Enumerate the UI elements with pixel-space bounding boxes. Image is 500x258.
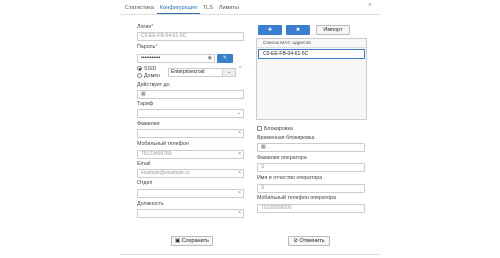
- tab-limits[interactable]: Лимиты: [216, 2, 242, 14]
- email-label: Email: [137, 161, 151, 167]
- login-label: Логин*: [137, 24, 154, 30]
- operator-name-label: Имя и отчество оператора: [257, 175, 323, 181]
- cancel-button[interactable]: ⊘ Отменить: [288, 236, 330, 246]
- tab-statistics[interactable]: Статистика: [122, 2, 157, 14]
- tab-bar: Статистика Конфигурация TLS Лимиты: [122, 2, 242, 14]
- domain-required-mark: *: [239, 66, 242, 72]
- lock-checkbox[interactable]: [257, 126, 262, 131]
- department-input[interactable]: ×: [137, 189, 244, 198]
- valid-until-input[interactable]: ▦: [137, 90, 244, 99]
- clear-icon[interactable]: ×: [238, 151, 241, 158]
- password-input[interactable]: ••••••••••• ◉: [137, 54, 215, 63]
- plus-icon: ✚: [267, 27, 273, 33]
- password-label: Пароль*: [137, 44, 158, 50]
- mac-address-list: Список MAC адресов C0-EE-FB-04-61-5C: [256, 38, 367, 120]
- save-icon: ▣: [174, 238, 181, 244]
- tariff-select[interactable]: ⌄: [137, 109, 244, 118]
- minus-icon: ✖: [295, 27, 301, 33]
- mobile-input[interactable]: 79123456789 ×: [137, 150, 244, 159]
- tariff-label: Тариф: [137, 101, 154, 107]
- remove-mac-button[interactable]: ✖: [286, 25, 310, 35]
- mac-list-header: Список MAC адресов: [257, 39, 366, 48]
- operator-surname-input[interactable]: S: [257, 163, 365, 172]
- operator-surname-label: Фамилия оператора: [257, 155, 307, 161]
- valid-until-label: Действует до: [137, 82, 170, 88]
- add-mac-button[interactable]: ✚: [258, 25, 282, 35]
- tab-configuration[interactable]: Конфигурация: [156, 2, 200, 14]
- close-icon[interactable]: ×: [368, 2, 372, 9]
- clear-icon[interactable]: ×: [238, 210, 241, 217]
- key-icon: ✎: [222, 55, 228, 61]
- operator-name-input[interactable]: S: [257, 184, 365, 193]
- footer-divider: [120, 254, 380, 255]
- cancel-label: Отменить: [299, 238, 325, 244]
- temp-lock-label: Временная блокировка: [257, 135, 315, 141]
- department-label: Отдел: [137, 180, 153, 186]
- clear-icon[interactable]: ×: [238, 130, 241, 137]
- operator-phone-input[interactable]: 79100000000: [257, 204, 365, 213]
- domain-radio[interactable]: [137, 73, 142, 78]
- calendar-icon: ▦: [141, 91, 146, 97]
- ssid-radio[interactable]: [137, 66, 142, 71]
- clear-icon[interactable]: ×: [238, 170, 241, 177]
- temp-lock-input[interactable]: ▦: [257, 143, 365, 152]
- operator-phone-label: Мобильный телефон оператора: [257, 195, 337, 201]
- save-label: Сохранить: [181, 238, 210, 244]
- chevron-down-icon: ⌄: [236, 110, 241, 116]
- calendar-icon: ▦: [261, 144, 266, 150]
- domain-label: Домен: [144, 72, 161, 79]
- import-button[interactable]: Импорт: [316, 25, 350, 35]
- mobile-label: Мобильный телефон: [137, 141, 189, 147]
- clear-icon[interactable]: ×: [238, 190, 241, 197]
- surname-label: Фамилия: [137, 121, 160, 127]
- position-label: Должность: [137, 201, 164, 207]
- domain-dropdown-button[interactable]: ⌄: [222, 68, 236, 77]
- tabs-divider: [120, 14, 380, 15]
- position-input[interactable]: ×: [137, 209, 244, 218]
- lock-label: Блокировка: [264, 125, 293, 132]
- surname-input[interactable]: ×: [137, 129, 244, 138]
- login-input[interactable]: C0-EE-FB-04-61-5C: [137, 32, 244, 41]
- generate-password-button[interactable]: ✎: [217, 54, 233, 63]
- save-button[interactable]: ▣ Сохранить: [171, 236, 213, 246]
- tab-tls[interactable]: TLS: [200, 2, 216, 14]
- mac-list-item[interactable]: C0-EE-FB-04-61-5C: [258, 49, 365, 59]
- email-input[interactable]: example@example.ru ×: [137, 169, 244, 178]
- ssid-label: SSID: [144, 65, 157, 72]
- chevron-down-icon: ⌄: [226, 69, 232, 75]
- cancel-icon: ⊘: [293, 238, 298, 244]
- domain-input[interactable]: Enterprisecrost: [168, 68, 224, 77]
- eye-icon[interactable]: ◉: [208, 55, 212, 62]
